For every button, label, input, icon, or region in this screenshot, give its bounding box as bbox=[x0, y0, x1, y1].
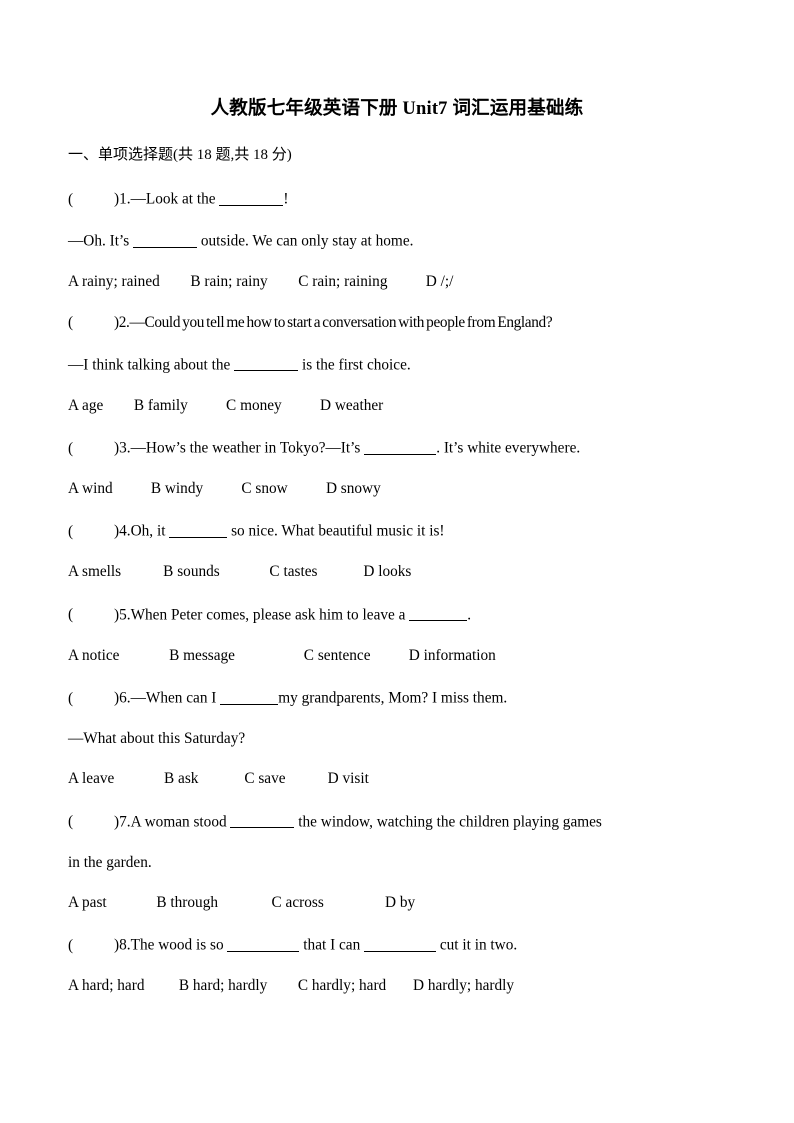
question-1-text: —Look at the bbox=[130, 190, 220, 208]
answer-paren-4[interactable]: ( bbox=[68, 524, 114, 539]
answer-paren-2[interactable]: ( bbox=[68, 315, 114, 330]
question-1-stem: ()1.—Look at the ! bbox=[68, 190, 726, 207]
answer-paren-7[interactable]: ( bbox=[68, 814, 114, 829]
question-7-blank bbox=[230, 813, 295, 829]
question-3-blank bbox=[364, 439, 437, 455]
question-2-line2: —I think talking about the is the first … bbox=[68, 356, 726, 373]
question-1-text-after: ! bbox=[283, 190, 289, 208]
question-2-blank bbox=[234, 356, 299, 372]
question-2-text: —Could you tell me how to start a conver… bbox=[129, 314, 553, 332]
question-5-options[interactable]: A notice B message C sentence D informat… bbox=[68, 647, 726, 663]
question-7-line2: in the garden. bbox=[68, 853, 152, 871]
section-heading: 一、单项选择题(共 18 题,共 18 分) bbox=[68, 147, 292, 164]
question-7-text-after: the window, watching the children playin… bbox=[294, 813, 602, 831]
question-7-stem: ()7.A woman stood the window, watching t… bbox=[68, 813, 726, 830]
question-5-text: When Peter comes, please ask him to leav… bbox=[130, 606, 410, 624]
document-page: 人教版七年级英语下册 Unit7 词汇运用基础练 一、单项选择题(共 18 题,… bbox=[0, 0, 794, 1123]
question-1-blank-2 bbox=[133, 232, 198, 248]
question-8-text-mid: that I can bbox=[299, 936, 365, 954]
question-6-text: —When can I bbox=[130, 689, 221, 707]
question-8-blank-1 bbox=[227, 936, 300, 952]
question-2-line2-after: is the first choice. bbox=[301, 356, 411, 374]
question-6-number: 6. bbox=[119, 689, 131, 707]
question-1-number: 1. bbox=[119, 190, 131, 208]
question-4-stem: ()4.Oh, it so nice. What beautiful music… bbox=[68, 522, 726, 539]
question-1-options[interactable]: A rainy; rained B rain; rainy C rain; ra… bbox=[68, 274, 726, 290]
question-6-stem: ()6.—When can I my grandparents, Mom? I … bbox=[68, 689, 726, 706]
question-6-line2: —What about this Saturday? bbox=[68, 729, 246, 747]
question-8-blank-2 bbox=[364, 936, 437, 952]
question-6-options[interactable]: A leave B ask C save D visit bbox=[68, 771, 726, 787]
question-1-line2: —Oh. It’s outside. We can only stay at h… bbox=[68, 232, 726, 249]
question-2-number: 2. bbox=[118, 314, 130, 332]
question-1-line2-before: —Oh. It’s bbox=[68, 232, 130, 250]
question-8-number: 8. bbox=[119, 936, 131, 954]
question-5-stem: ()5.When Peter comes, please ask him to … bbox=[68, 606, 726, 623]
question-7-number: 7. bbox=[119, 813, 131, 831]
question-7-options[interactable]: A past B through C across D by bbox=[68, 895, 726, 911]
question-5-number: 5. bbox=[119, 606, 131, 624]
question-3-options[interactable]: A wind B windy C snow D snowy bbox=[68, 481, 726, 497]
answer-paren-5[interactable]: ( bbox=[68, 607, 114, 622]
question-6-blank bbox=[220, 689, 279, 705]
question-4-options[interactable]: A smells B sounds C tastes D looks bbox=[68, 564, 726, 580]
question-5-blank bbox=[409, 606, 468, 622]
page-title: 人教版七年级英语下册 Unit7 词汇运用基础练 bbox=[210, 99, 584, 119]
question-4-text-after: so nice. What beautiful music it is! bbox=[227, 523, 445, 541]
question-2-stem: ()2.—Could you tell me how to start a co… bbox=[68, 315, 726, 330]
question-8-options[interactable]: A hard; hard B hard; hardly C hardly; ha… bbox=[68, 978, 726, 994]
question-3-stem: ()3.—How’s the weather in Tokyo?—It’s . … bbox=[68, 439, 726, 456]
question-5-text-after: . bbox=[467, 606, 472, 624]
question-4-text: Oh, it bbox=[130, 523, 170, 541]
question-2-line2-before: —I think talking about the bbox=[68, 356, 231, 374]
question-4-blank bbox=[169, 522, 228, 538]
question-8-stem: ()8.The wood is so that I can cut it in … bbox=[68, 936, 726, 953]
question-6-text-after: my grandparents, Mom? I miss them. bbox=[278, 689, 508, 707]
question-3-number: 3. bbox=[119, 439, 131, 457]
question-3-text: —How’s the weather in Tokyo?—It’s bbox=[130, 439, 365, 457]
answer-paren-8[interactable]: ( bbox=[68, 938, 114, 953]
answer-paren-3[interactable]: ( bbox=[68, 441, 114, 456]
question-1-line2-after: outside. We can only stay at home. bbox=[200, 232, 414, 250]
question-1-blank bbox=[219, 190, 284, 206]
question-7-text: A woman stood bbox=[130, 813, 231, 831]
answer-paren-1[interactable]: ( bbox=[68, 192, 114, 207]
question-3-text-after: . It’s white everywhere. bbox=[436, 439, 581, 457]
question-2-options[interactable]: A age B family C money D weather bbox=[68, 397, 726, 413]
answer-paren-6[interactable]: ( bbox=[68, 691, 114, 706]
question-8-text-after: cut it in two. bbox=[436, 936, 518, 954]
question-4-number: 4. bbox=[119, 523, 131, 541]
question-8-text: The wood is so bbox=[130, 936, 228, 954]
